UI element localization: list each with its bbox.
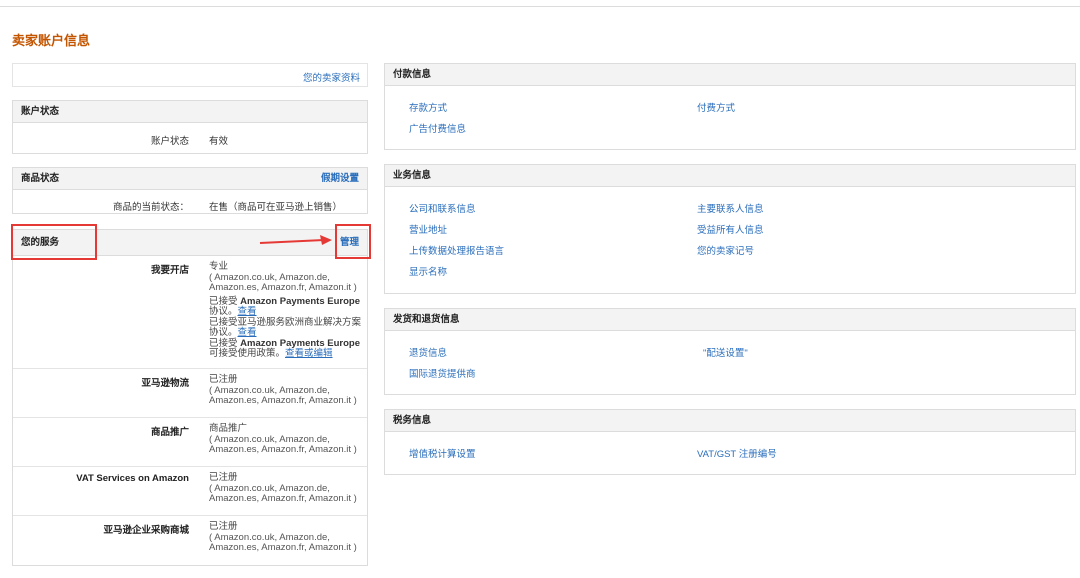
upload-report-language-link[interactable]: 上传数据处理报告语言 (409, 243, 504, 257)
service-label: 商品推广 (150, 427, 189, 438)
highlight-box-manage (335, 224, 371, 259)
holiday-settings-link[interactable]: 假期设置 (321, 168, 359, 190)
note-text: 已接受 (209, 295, 241, 307)
display-name-link[interactable]: 显示名称 (409, 264, 447, 278)
view-edit-policy-link[interactable]: 查看或编辑 (285, 348, 333, 359)
tax-info-panel: 税务信息 增值税计算设置 VAT/GST 注册编号 (384, 409, 1076, 475)
business-info-header: 业务信息 (385, 165, 1075, 187)
note-text: 协议。 (209, 327, 238, 338)
note-text: 已接受亚马逊服务欧洲商业解决方案 (209, 316, 362, 328)
vat-gst-registration-link[interactable]: VAT/GST 注册编号 (697, 446, 777, 460)
primary-contact-link[interactable]: 主要联系人信息 (697, 201, 764, 215)
beneficial-owner-link[interactable]: 受益所有人信息 (697, 222, 764, 236)
product-status-value: 在售（商品可在亚马逊上销售） (209, 202, 343, 213)
note-bold: Amazon Payments Europe (240, 295, 360, 307)
service-marketplaces: Amazon.es, Amazon.fr, Amazon.it ) (209, 282, 357, 293)
service-row: 亚马逊物流 已注册 ( Amazon.co.uk, Amazon.de, Ama… (13, 369, 367, 418)
highlight-box-services-title (11, 224, 97, 260)
service-label: 亚马逊物流 (141, 378, 189, 389)
service-marketplaces: Amazon.es, Amazon.fr, Amazon.it ) (209, 493, 357, 504)
service-status: 商品推广 (209, 423, 248, 434)
product-status-header: 商品状态 假期设置 (13, 168, 367, 190)
note-bold: Amazon Payments Europe (240, 337, 360, 349)
service-status: 已注册 (209, 472, 238, 483)
payment-info-panel: 付款信息 存款方式 付费方式 广告付费信息 (384, 63, 1076, 150)
intl-return-provider-link[interactable]: 国际退货提供商 (409, 366, 476, 380)
service-value: 已注册 ( Amazon.co.uk, Amazon.de, Amazon.es… (209, 521, 361, 554)
arrow-icon (259, 235, 332, 245)
deposit-method-link[interactable]: 存款方式 (409, 100, 447, 114)
product-status-title: 商品状态 (21, 173, 60, 184)
service-value: 已注册 ( Amazon.co.uk, Amazon.de, Amazon.es… (209, 374, 361, 407)
charge-method-link[interactable]: 付费方式 (697, 100, 735, 114)
company-contact-link[interactable]: 公司和联系信息 (409, 201, 476, 215)
page-title: 卖家账户信息 (12, 33, 91, 48)
service-marketplaces: Amazon.es, Amazon.fr, Amazon.it ) (209, 542, 357, 553)
service-row: 亚马逊企业采购商城 已注册 ( Amazon.co.uk, Amazon.de,… (13, 516, 367, 566)
service-row: 我要开店 专业 ( Amazon.co.uk, Amazon.de, Amazo… (13, 256, 367, 369)
note-text: 协议。 (209, 306, 238, 317)
agreement-note: 已接受 Amazon Payments Europe 可接受使用政策。查看或编辑 (209, 337, 361, 360)
agreement-note: 已接受亚马逊服务欧洲商业解决方案 协议。查看 (209, 316, 362, 339)
seller-profile-bar: 您的卖家资料 (12, 63, 368, 87)
service-status: 已注册 (209, 374, 238, 385)
shipping-returns-header: 发货和退货信息 (385, 309, 1075, 331)
account-status-panel: 账户状态 账户状态 有效 (12, 100, 368, 154)
agreement-note: 已接受 Amazon Payments Europe 协议。查看 (209, 295, 361, 318)
shipping-settings-link[interactable]: "配送设置" (703, 345, 748, 359)
product-status-panel: 商品状态 假期设置 商品的当前状态： 在售（商品可在亚马逊上销售） (12, 167, 368, 214)
note-text: 可接受使用政策。 (209, 348, 286, 359)
shipping-returns-panel: 发货和退货信息 退货信息 "配送设置" 国际退货提供商 (384, 308, 1076, 395)
service-label: 亚马逊企业采购商城 (103, 525, 189, 536)
business-info-panel: 业务信息 公司和联系信息 主要联系人信息 营业地址 受益所有人信息 上传数据处理… (384, 164, 1076, 294)
vat-calculation-settings-link[interactable]: 增值税计算设置 (409, 446, 476, 460)
service-marketplaces: Amazon.es, Amazon.fr, Amazon.it ) (209, 444, 357, 455)
account-status-label: 账户状态 (150, 136, 189, 147)
service-status: 已注册 (209, 521, 238, 532)
note-text: 已接受 (209, 337, 241, 349)
service-value: 已注册 ( Amazon.co.uk, Amazon.de, Amazon.es… (209, 472, 361, 505)
service-row: VAT Services on Amazon 已注册 ( Amazon.co.u… (13, 467, 367, 516)
account-status-value: 有效 (209, 136, 229, 147)
view-agreement-link[interactable]: 查看 (238, 327, 257, 338)
service-marketplaces: Amazon.es, Amazon.fr, Amazon.it ) (209, 395, 357, 406)
service-row: 商品推广 商品推广 ( Amazon.co.uk, Amazon.de, Ama… (13, 418, 367, 467)
seller-profile-link[interactable]: 您的卖家资料 (303, 70, 360, 84)
payment-info-header: 付款信息 (385, 64, 1075, 86)
account-status-header: 账户状态 (13, 101, 367, 123)
top-divider (0, 6, 1080, 7)
tax-info-header: 税务信息 (385, 410, 1075, 432)
service-label: VAT Services on Amazon (76, 473, 189, 484)
service-label: 我要开店 (150, 265, 189, 276)
view-agreement-link[interactable]: 查看 (238, 306, 257, 317)
your-services-panel: 您的服务 管理 我要开店 专业 ( Amazon.co.uk, Amazon.d… (12, 229, 368, 566)
service-value: 商品推广 ( Amazon.co.uk, Amazon.de, Amazon.e… (209, 423, 361, 456)
product-status-label: 商品的当前状态： (112, 202, 189, 213)
seller-token-link[interactable]: 您的卖家记号 (697, 243, 754, 257)
service-value: 专业 ( Amazon.co.uk, Amazon.de, Amazon.es,… (209, 261, 362, 360)
ad-payment-info-link[interactable]: 广告付费信息 (409, 121, 466, 135)
return-info-link[interactable]: 退货信息 (409, 345, 447, 359)
business-address-link[interactable]: 营业地址 (409, 222, 447, 236)
service-plan: 专业 (209, 261, 229, 272)
